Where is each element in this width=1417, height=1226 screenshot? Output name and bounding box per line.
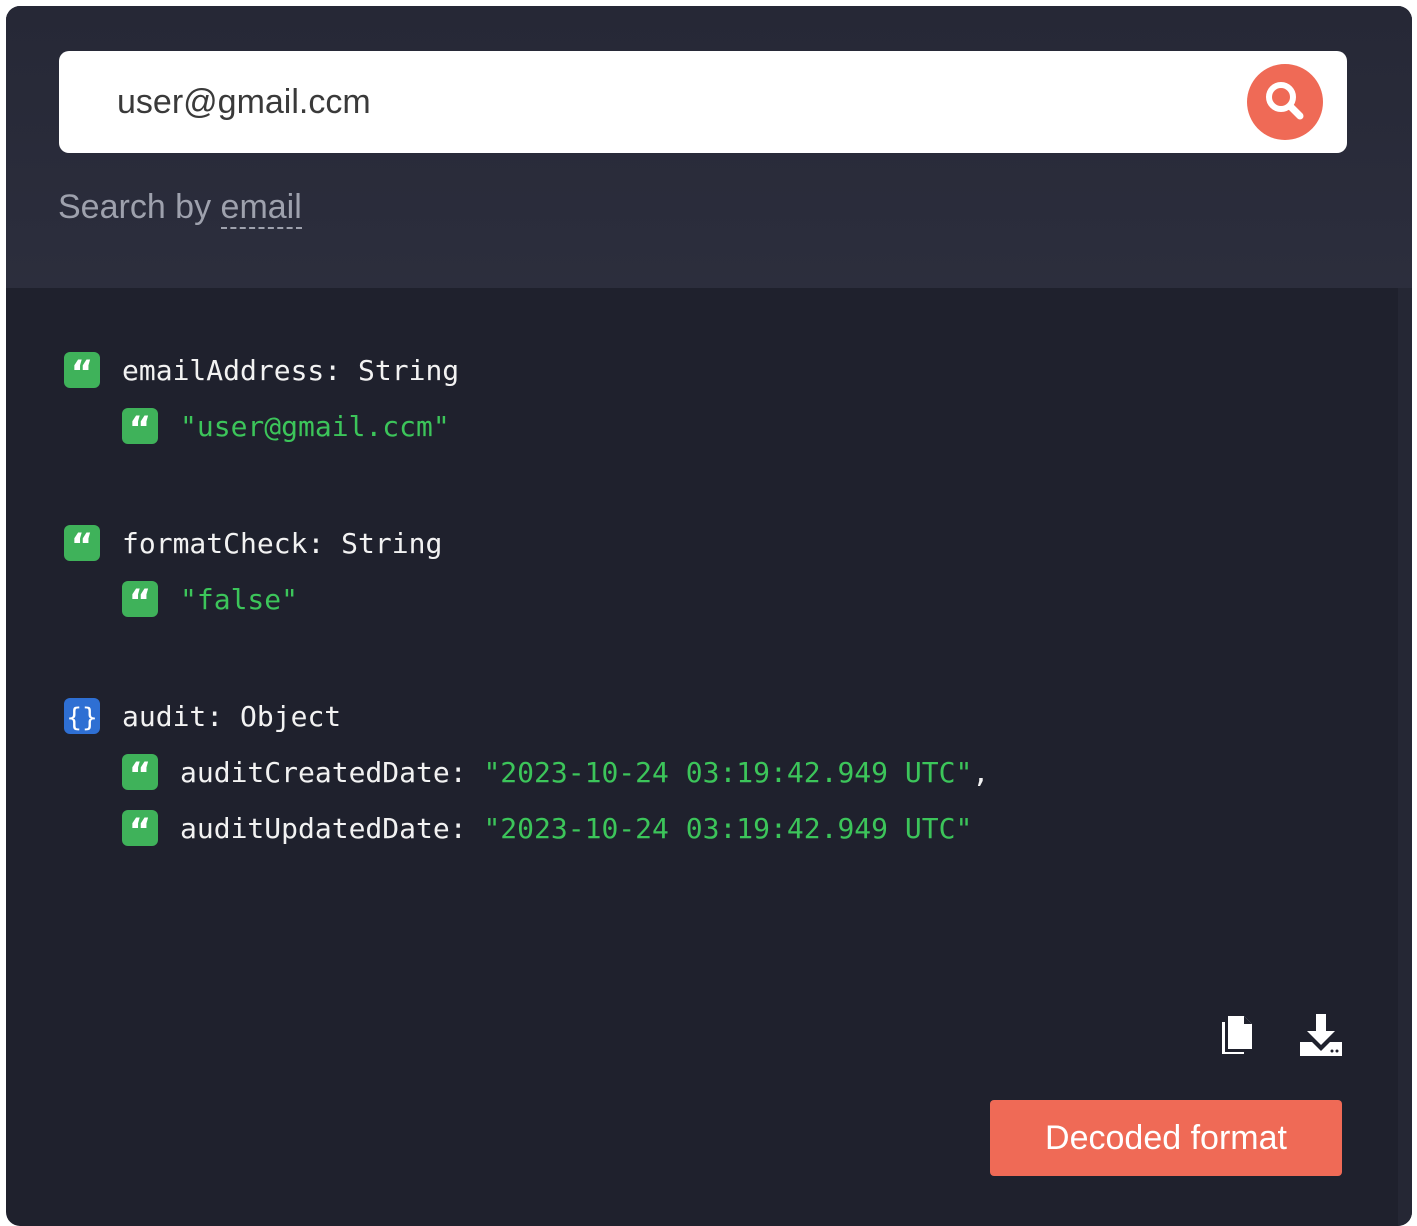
trailing-comma: , — [972, 755, 990, 789]
decoder-card: Search by email “ emailAddress: String “… — [6, 6, 1412, 1226]
quote-icon: “ — [122, 810, 158, 846]
copy-icon — [1222, 1016, 1252, 1054]
field-key: auditCreatedDate — [180, 755, 450, 789]
quote-icon: “ — [64, 352, 100, 388]
field-row-audit: {} audit: Object — [64, 696, 341, 736]
field-value: "2023-10-24 03:19:42.949 UTC" — [483, 811, 973, 845]
field-value-row: “ "false" — [122, 579, 298, 619]
search-icon — [1266, 82, 1304, 120]
field-value: "user@gmail.ccm" — [180, 409, 450, 443]
quote-icon: “ — [122, 408, 158, 444]
svg-text:“: “ — [71, 526, 93, 561]
decoded-format-button[interactable]: Decoded format — [990, 1100, 1342, 1176]
scrollbar-track[interactable] — [1398, 288, 1412, 1226]
search-input[interactable] — [117, 51, 1217, 153]
svg-text:“: “ — [129, 811, 151, 846]
search-hint-prefix: Search by — [58, 188, 221, 226]
quote-icon: “ — [64, 525, 100, 561]
search-hint: Search by email — [58, 188, 302, 229]
field-type: Object — [240, 699, 342, 733]
svg-text:“: “ — [71, 353, 93, 388]
field-row-formatCheck: “ formatCheck: String — [64, 523, 442, 563]
svg-text:“: “ — [129, 755, 151, 790]
field-key: formatCheck — [122, 526, 308, 560]
field-value: "2023-10-24 03:19:42.949 UTC" — [483, 755, 973, 789]
field-key: audit — [122, 699, 207, 733]
field-key: emailAddress — [122, 353, 325, 387]
nested-field-row: “ auditUpdatedDate: "2023-10-24 03:19:42… — [122, 808, 972, 848]
nested-field-row: “ auditCreatedDate: "2023-10-24 03:19:42… — [122, 752, 989, 792]
download-icon — [1300, 1014, 1342, 1056]
field-value-row: “ "user@gmail.ccm" — [122, 406, 450, 446]
download-button[interactable] — [1298, 1012, 1344, 1063]
field-type: String — [358, 353, 460, 387]
field-key: auditUpdatedDate — [180, 811, 450, 845]
svg-text:“: “ — [129, 409, 151, 444]
result-viewer: “ emailAddress: String “ "user@gmail.ccm… — [6, 288, 1398, 1218]
object-braces-icon: {} — [64, 698, 100, 734]
quote-icon: “ — [122, 754, 158, 790]
field-value: "false" — [180, 582, 299, 616]
field-row-emailAddress: “ emailAddress: String — [64, 350, 459, 390]
search-field-selector[interactable]: email — [220, 188, 302, 229]
copy-button[interactable] — [1216, 1012, 1258, 1063]
field-type: String — [341, 526, 443, 560]
svg-text:{}: {} — [66, 703, 97, 733]
svg-text:“: “ — [129, 582, 151, 617]
search-panel: Search by email — [6, 6, 1412, 288]
search-box — [59, 51, 1347, 153]
search-button[interactable] — [1247, 64, 1323, 140]
quote-icon: “ — [122, 581, 158, 617]
